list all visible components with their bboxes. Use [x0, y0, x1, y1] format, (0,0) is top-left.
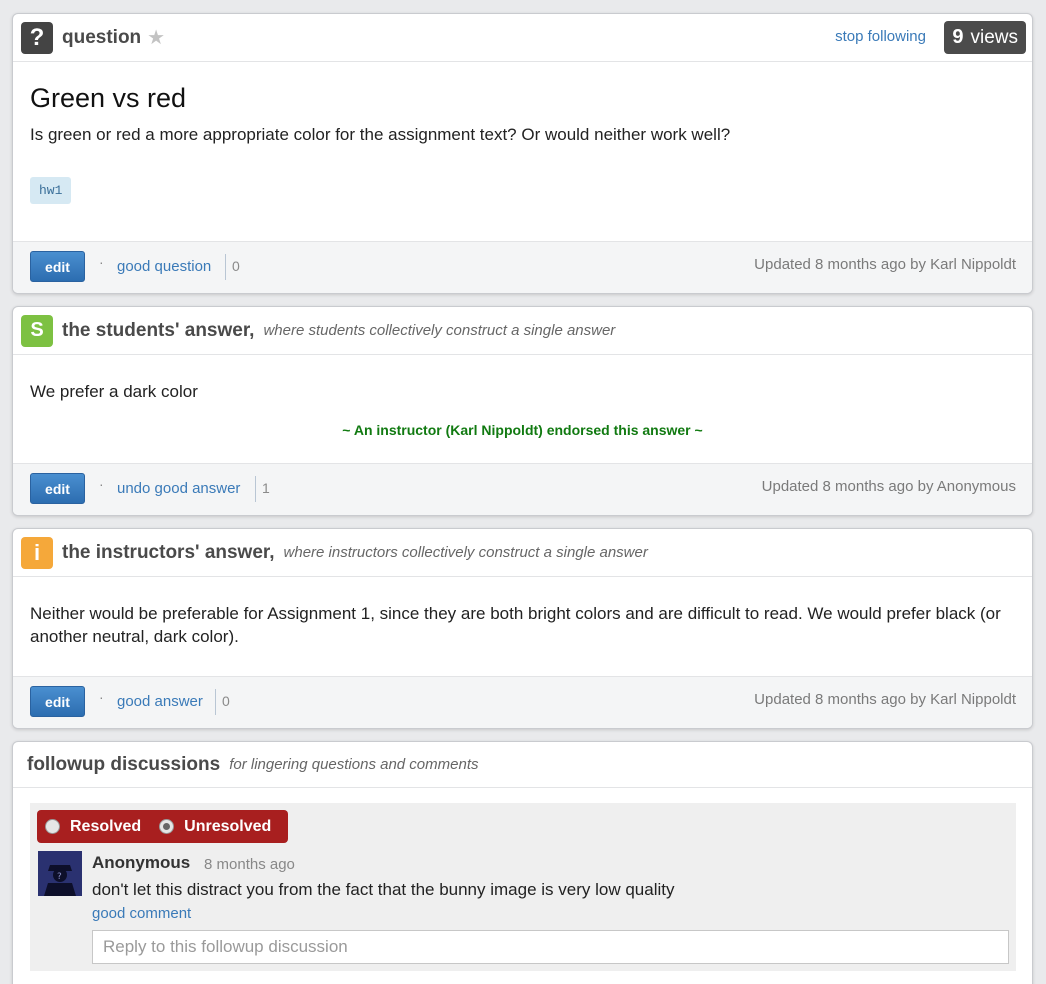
separator-dot: ·: [99, 254, 104, 270]
views-count: 9: [952, 26, 964, 48]
comment-time: 8 months ago: [204, 856, 295, 873]
question-mark-icon: ?: [21, 21, 53, 54]
question-label: question: [62, 26, 142, 48]
unresolved-radio[interactable]: [159, 819, 175, 834]
instructors-answer-footer: edit · good answer 0 Updated 8 months ag…: [13, 676, 1032, 728]
followup-thread: Resolved Unresolved ? Anonymous 8 months…: [30, 803, 1016, 971]
question-header: ? question ★ stop following 9 views: [13, 14, 1032, 62]
comment-text: don't let this distract you from the fac…: [92, 880, 675, 899]
edit-instructors-answer-button[interactable]: edit: [30, 686, 85, 717]
undo-good-answer-link[interactable]: undo good answer: [117, 480, 240, 497]
instructors-answer-body: Neither would be preferable for Assignme…: [30, 604, 1001, 646]
followup-header: followup discussions for lingering quest…: [13, 742, 1032, 788]
followup-card: followup discussions for lingering quest…: [12, 741, 1033, 984]
question-footer: edit · good question 0 Updated 8 months …: [13, 241, 1032, 293]
views-label: views: [970, 26, 1018, 48]
question-updated: Updated 8 months ago by Karl Nippoldt: [754, 256, 1016, 273]
unresolved-label[interactable]: Unresolved: [184, 818, 271, 836]
svg-text:?: ?: [57, 872, 62, 882]
anonymous-avatar-icon: ?: [38, 851, 82, 896]
good-question-link[interactable]: good question: [117, 258, 211, 275]
students-answer-icon: S: [21, 314, 53, 347]
instructors-answer-header: i the instructors' answer, where instruc…: [13, 529, 1032, 577]
comment-author: Anonymous: [92, 853, 191, 872]
good-question-count: 0: [225, 254, 240, 280]
separator-dot: ·: [99, 689, 104, 705]
good-comment-link[interactable]: good comment: [92, 905, 191, 922]
students-answer-title: the students' answer,: [62, 319, 255, 341]
tag-hw1[interactable]: hw1: [30, 177, 72, 204]
edit-question-button[interactable]: edit: [30, 251, 85, 282]
students-answer-body: We prefer a dark color: [30, 382, 198, 401]
stop-following-link[interactable]: stop following: [835, 28, 926, 45]
resolved-radio[interactable]: [45, 819, 60, 834]
instructors-answer-icon: i: [21, 536, 53, 569]
star-icon[interactable]: ★: [147, 25, 165, 50]
students-answer-footer: edit · undo good answer 1 Updated 8 mont…: [13, 463, 1032, 515]
students-answer-header: S the students' answer, where students c…: [13, 307, 1032, 355]
followup-title: followup discussions: [27, 753, 221, 775]
edit-students-answer-button[interactable]: edit: [30, 473, 85, 504]
question-title: Green vs red: [30, 83, 187, 113]
followup-subtitle: for lingering questions and comments: [229, 756, 479, 773]
students-answer-updated: Updated 8 months ago by Anonymous: [761, 478, 1016, 495]
good-answer-count: 0: [215, 689, 230, 715]
resolved-label[interactable]: Resolved: [70, 818, 141, 836]
question-body: Is green or red a more appropriate color…: [30, 125, 731, 144]
instructors-answer-title: the instructors' answer,: [62, 541, 275, 563]
separator-dot: ·: [99, 476, 104, 492]
question-card: ? question ★ stop following 9 views Gree…: [12, 13, 1033, 294]
avatar: ?: [38, 851, 82, 896]
instructors-answer-subtitle: where instructors collectively construct…: [283, 544, 648, 561]
good-answer-count: 1: [255, 476, 270, 502]
good-answer-link[interactable]: good answer: [117, 693, 203, 710]
views-badge: 9 views: [944, 21, 1026, 54]
students-answer-subtitle: where students collectively construct a …: [263, 322, 616, 339]
resolve-toggle: Resolved Unresolved: [37, 810, 288, 843]
reply-input[interactable]: [92, 930, 1009, 964]
endorsement-note: ~ An instructor (Karl Nippoldt) endorsed…: [342, 422, 703, 438]
instructors-answer-updated: Updated 8 months ago by Karl Nippoldt: [754, 691, 1016, 708]
students-answer-card: S the students' answer, where students c…: [12, 306, 1033, 516]
instructors-answer-card: i the instructors' answer, where instruc…: [12, 528, 1033, 729]
